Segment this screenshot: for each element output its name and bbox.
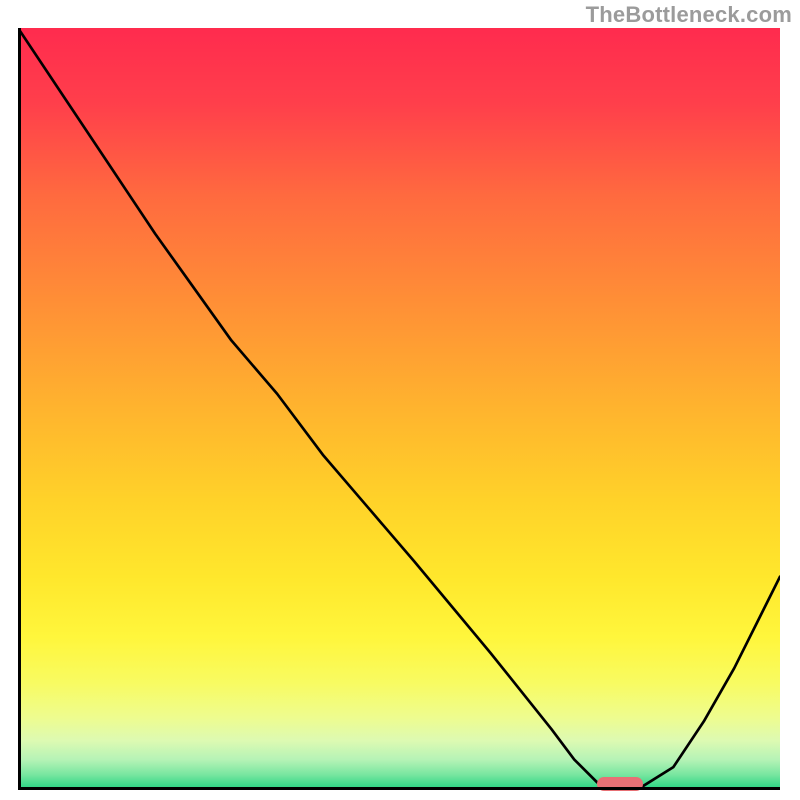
- plot-area: [18, 28, 780, 790]
- optimum-marker: [597, 777, 643, 791]
- watermark-label: TheBottleneck.com: [586, 2, 792, 28]
- bottleneck-curve: [18, 28, 780, 790]
- chart-root: TheBottleneck.com: [0, 0, 800, 800]
